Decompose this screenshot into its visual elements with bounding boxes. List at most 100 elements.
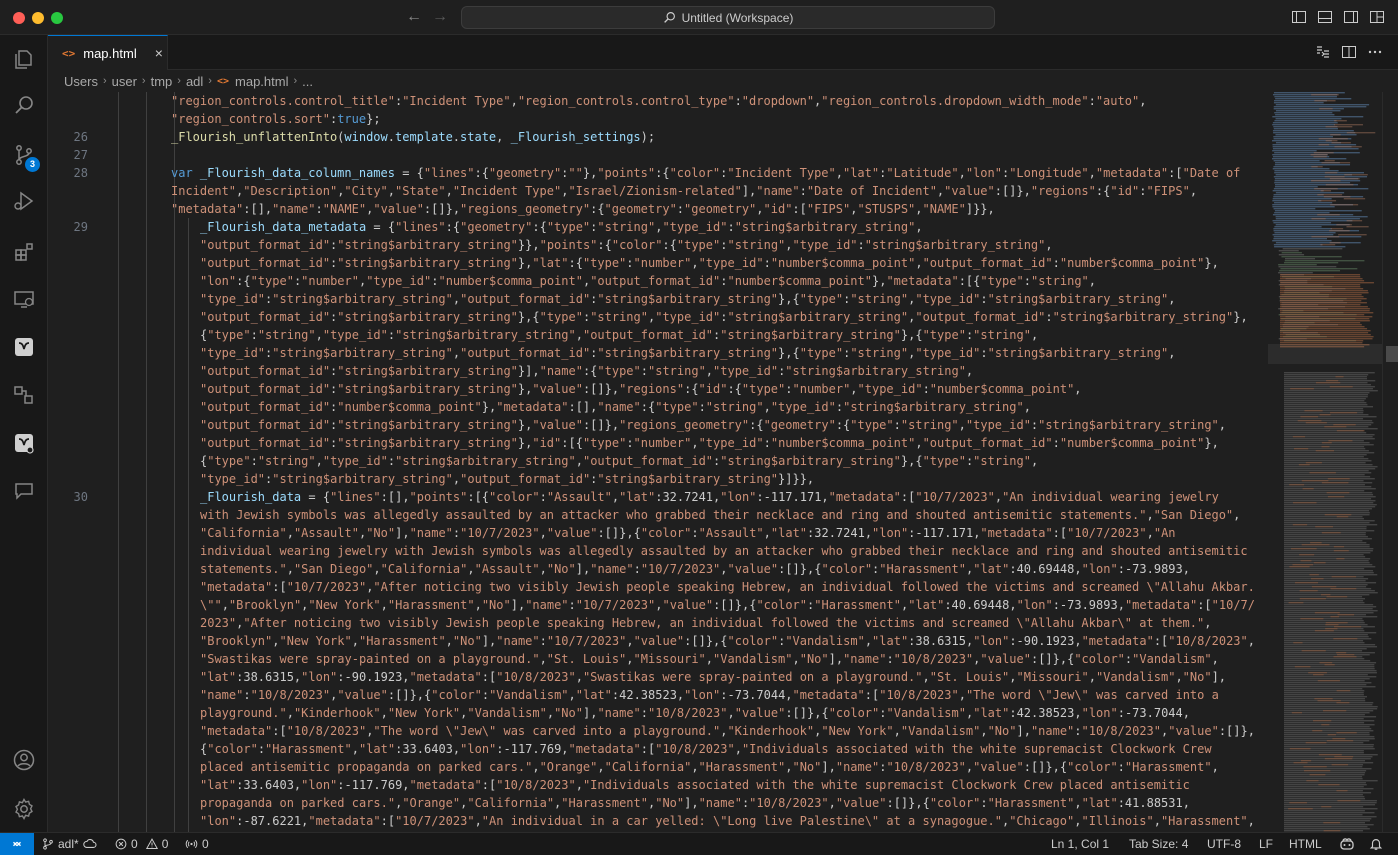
minimap-stroke [1326,596,1348,598]
account-icon[interactable] [0,740,48,780]
code-line[interactable]: 28 var _Flourish_data_column_names = {"li… [48,164,1268,182]
customize-layout-icon[interactable] [1369,9,1385,25]
tree-icon[interactable] [0,423,48,463]
code-token: , [1189,184,1198,198]
maximize-window-button[interactable] [51,12,63,24]
code-line[interactable]: "California","Assault","No"],"name":"10/… [48,524,1268,542]
extensions-icon[interactable] [0,232,48,272]
command-center-search[interactable]: Untitled (Workspace) [461,6,995,29]
code-line[interactable]: propaganda on parked cars.", "Orange", "Ca… [48,794,1268,812]
problems-indicator[interactable]: 0 0 [115,833,168,855]
code-line[interactable]: {"color":"Harassment","lat":33.6403,"lon… [48,740,1268,758]
code-line[interactable]: individual wearing jewelry with Jewish s… [48,542,1268,560]
code-line[interactable]: {"type":"string","type_id":"string$arbit… [48,452,1268,470]
minimap-stroke [1329,230,1350,232]
settings-gear-icon[interactable] [0,789,48,829]
breadcrumb-adl[interactable]: adl [186,74,203,89]
tab-map-html[interactable]: <> map.html × [48,35,168,70]
breadcrumb-tmp[interactable]: tmp [151,74,173,89]
code-line[interactable]: "lon":{"type":"number","type_id":"number… [48,272,1268,290]
code-line[interactable]: 29 _Flourish_data_metadata = {"lines":{"g… [48,218,1268,236]
vertical-scrollbar[interactable] [1382,92,1398,832]
minimap-stroke [1308,672,1327,674]
chat-icon[interactable] [0,471,48,511]
minimap-stroke [1284,452,1375,454]
code-line[interactable]: statements.","San Diego","California","A… [48,560,1268,578]
code-line[interactable]: "name":"10/8/2023","value":[]},{"color":… [48,686,1268,704]
code-line[interactable]: with Jewish symbols was allegedly assaul… [48,506,1268,524]
breadcrumb-symbol[interactable]: ... [302,74,313,89]
minimap[interactable] [1268,92,1382,832]
flourish-icon[interactable] [0,327,48,367]
minimap-stroke [1280,334,1371,336]
more-actions-icon[interactable] [1367,44,1383,60]
breadcrumb-users[interactable]: Users [64,74,98,89]
scrollbar-thumb[interactable] [1386,346,1398,362]
minimap-viewport[interactable] [1268,344,1382,364]
language-mode[interactable]: HTML [1289,833,1322,855]
code-line[interactable]: 30 _Flourish_data = {"lines":[],"points":… [48,488,1268,506]
code-line[interactable]: "lat":38.6315,"lon":-90.1923,"metadata":… [48,668,1268,686]
code-line[interactable]: "lon":-87.6221,"metadata":["10/7/2023","… [48,812,1268,830]
split-editor-icon[interactable] [1341,44,1357,60]
code-line[interactable]: "metadata":[],"name":"NAME","value":[]},… [48,200,1268,218]
code-line[interactable]: "region_controls.sort":true}; [48,110,1268,128]
code-line[interactable]: "lat":33.6403,"lon":-117.769,"metadata":… [48,776,1268,794]
open-changes-icon[interactable] [1315,44,1331,60]
run-debug-icon[interactable] [0,181,48,221]
code-line[interactable]: "type_id":"string$arbitrary_string","out… [48,344,1268,362]
file-encoding[interactable]: UTF-8 [1207,833,1241,855]
code-line[interactable]: "Brooklyn","New York","Harassment","No"]… [48,632,1268,650]
minimap-stroke [1273,238,1328,240]
cursor-position[interactable]: Ln 1, Col 1 [1051,833,1109,855]
forward-arrow-icon[interactable]: → [431,7,449,27]
git-branch[interactable]: adl* [42,833,97,855]
code-line[interactable]: "output_format_id":"string$arbitrary_str… [48,434,1268,452]
breadcrumb-user[interactable]: user [112,74,137,89]
search-icon[interactable] [0,85,48,125]
end-of-line[interactable]: LF [1259,833,1273,855]
code-line[interactable]: Incident","Description","City","State","… [48,182,1268,200]
ports-indicator[interactable]: 0 [185,833,209,855]
toggle-panel-icon[interactable] [1317,9,1333,25]
toggle-secondary-sidebar-icon[interactable] [1343,9,1359,25]
code-editor[interactable]: "region_controls.control_title": "Inciden… [48,92,1268,832]
code-line[interactable]: "Swastikas were spray-painted on a playg… [48,650,1268,668]
code-line[interactable]: 27 [48,146,1268,164]
close-tab-icon[interactable]: × [155,45,163,61]
minimap-stroke [1273,128,1338,130]
code-line[interactable]: 2023","After noticing two visibly Jewish… [48,614,1268,632]
code-line[interactable]: "type_id":"string$arbitrary_string","out… [48,470,1268,488]
code-line[interactable]: \"","Brooklyn","New York","Harassment","… [48,596,1268,614]
code-line[interactable]: 26 _Flourish_unflattenInto(window.templat… [48,128,1268,146]
code-line[interactable]: "output_format_id":"string$arbitrary_str… [48,308,1268,326]
remote-explorer-icon[interactable] [0,279,48,319]
code-text: statements.","San Diego","California","A… [200,560,1190,578]
code-line[interactable]: {"type":"string","type_id":"string$arbit… [48,326,1268,344]
code-line[interactable]: "metadata":["10/7/2023","After noticing … [48,578,1268,596]
explorer-icon[interactable] [0,39,48,79]
code-line[interactable]: "output_format_id":"string$arbitrary_str… [48,254,1268,272]
minimize-window-button[interactable] [32,12,44,24]
toggle-primary-sidebar-icon[interactable] [1291,9,1307,25]
code-line[interactable]: "output_format_id":"string$arbitrary_str… [48,416,1268,434]
code-line[interactable]: "output_format_id": "number$comma_point"}… [48,398,1268,416]
code-line[interactable]: "output_format_id":"string$arbitrary_str… [48,380,1268,398]
code-line[interactable]: "metadata":["10/8/2023","The word \"Jew\… [48,722,1268,740]
tab-size[interactable]: Tab Size: 4 [1129,833,1188,855]
copilot-icon[interactable] [1339,833,1355,855]
code-line[interactable]: "type_id":"string$arbitrary_string","out… [48,290,1268,308]
close-window-button[interactable] [13,12,25,24]
back-arrow-icon[interactable]: ← [405,7,423,27]
breadcrumb-file[interactable]: map.html [235,74,288,89]
notifications-bell-icon[interactable] [1369,833,1383,855]
shapes-icon[interactable] [0,375,48,415]
code-line[interactable]: placed antisemitic propaganda on parked … [48,758,1268,776]
code-token: "No" [554,706,583,720]
code-line[interactable]: playground.","Kinderhook","New York","Va… [48,704,1268,722]
code-line[interactable]: "region_controls.control_title": "Inciden… [48,92,1268,110]
remote-indicator-icon[interactable] [0,833,34,855]
source-control-icon[interactable]: 3 [0,135,48,175]
code-line[interactable]: "output_format_id":"string$arbitrary_str… [48,236,1268,254]
code-line[interactable]: "output_format_id":"string$arbitrary_str… [48,362,1268,380]
